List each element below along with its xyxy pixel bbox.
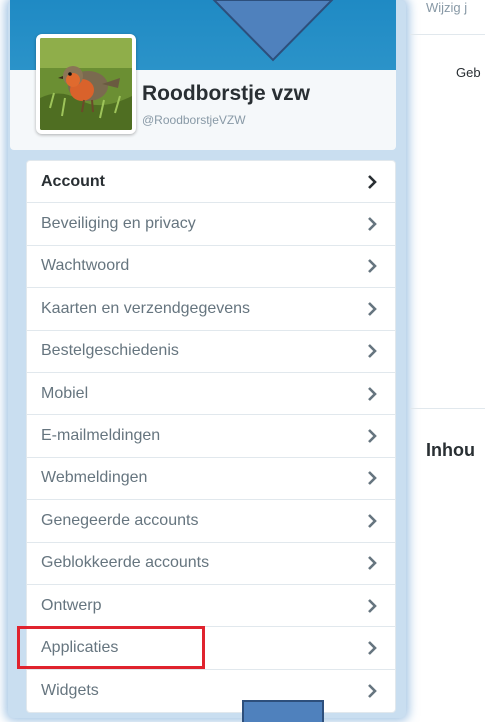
- chevron-right-icon: [368, 301, 377, 316]
- content-panel: Wijzig j Geb Inhou: [410, 0, 485, 720]
- profile-handle[interactable]: @RoodborstjeVZW: [142, 113, 246, 127]
- chevron-right-icon: [368, 556, 377, 571]
- profile-avatar[interactable]: [36, 34, 136, 134]
- chevron-right-icon: [368, 641, 377, 655]
- menu-item-ontwerp[interactable]: Ontwerp: [27, 585, 395, 628]
- annotation-arrow-down-icon: [212, 0, 334, 62]
- menu-item-label: Kaarten en verzendgegevens: [41, 299, 251, 317]
- annotation-highlight-box: [17, 626, 205, 669]
- edit-link-text[interactable]: Wijzig j: [426, 0, 467, 15]
- chevron-right-icon: [368, 471, 377, 486]
- menu-item-label: Geblokkeerde accounts: [41, 554, 210, 572]
- chevron-right-icon: [368, 598, 377, 613]
- chevron-right-icon: [368, 429, 377, 443]
- menu-item-beveiliging-en-privacy[interactable]: Beveiliging en privacy: [27, 203, 395, 246]
- chevron-right-icon: [368, 259, 377, 274]
- chevron-right-icon: [368, 513, 377, 528]
- chevron-right-icon: [368, 386, 377, 401]
- menu-item-label: Genegeerde accounts: [41, 511, 199, 529]
- menu-item-label: Webmeldingen: [41, 469, 148, 487]
- divider: [410, 408, 485, 409]
- menu-item-webmeldingen[interactable]: Webmeldingen: [27, 458, 395, 501]
- annotation-arrow-up-icon: [242, 700, 324, 722]
- menu-item-label: Beveiliging en privacy: [41, 215, 196, 233]
- menu-item-wachtwoord[interactable]: Wachtwoord: [27, 246, 395, 289]
- menu-item-mobiel[interactable]: Mobiel: [27, 373, 395, 416]
- menu-item-label: Widgets: [41, 681, 99, 699]
- chevron-right-icon: [368, 217, 377, 231]
- menu-item-e-mailmeldingen[interactable]: E-mailmeldingen: [27, 415, 395, 458]
- menu-item-label: Ontwerp: [41, 596, 102, 614]
- menu-item-geblokkeerde-accounts[interactable]: Geblokkeerde accounts: [27, 543, 395, 585]
- section-heading: Inhou: [426, 440, 475, 460]
- menu-item-kaarten-en-verzendgegevens[interactable]: Kaarten en verzendgegevens: [27, 288, 395, 331]
- chevron-right-icon: [368, 344, 377, 359]
- chevron-right-icon: [368, 174, 377, 189]
- menu-item-account[interactable]: Account: [27, 161, 395, 204]
- menu-item-label: Bestelgeschiedenis: [41, 342, 179, 360]
- menu-item-widgets[interactable]: Widgets: [27, 670, 395, 712]
- chevron-right-icon: [368, 683, 377, 698]
- menu-item-label: Mobiel: [41, 384, 89, 402]
- divider: [410, 34, 485, 35]
- menu-item-genegeerde-accounts[interactable]: Genegeerde accounts: [27, 500, 395, 543]
- field-label: Geb: [456, 65, 481, 80]
- menu-item-label: Account: [41, 172, 105, 190]
- menu-item-label: Wachtwoord: [41, 257, 130, 275]
- robin-photo: [40, 38, 132, 130]
- profile-display-name[interactable]: Roodborstje vzw: [142, 82, 310, 106]
- menu-item-label: E-mailmeldingen: [41, 427, 161, 445]
- menu-item-bestelgeschiedenis[interactable]: Bestelgeschiedenis: [27, 331, 395, 373]
